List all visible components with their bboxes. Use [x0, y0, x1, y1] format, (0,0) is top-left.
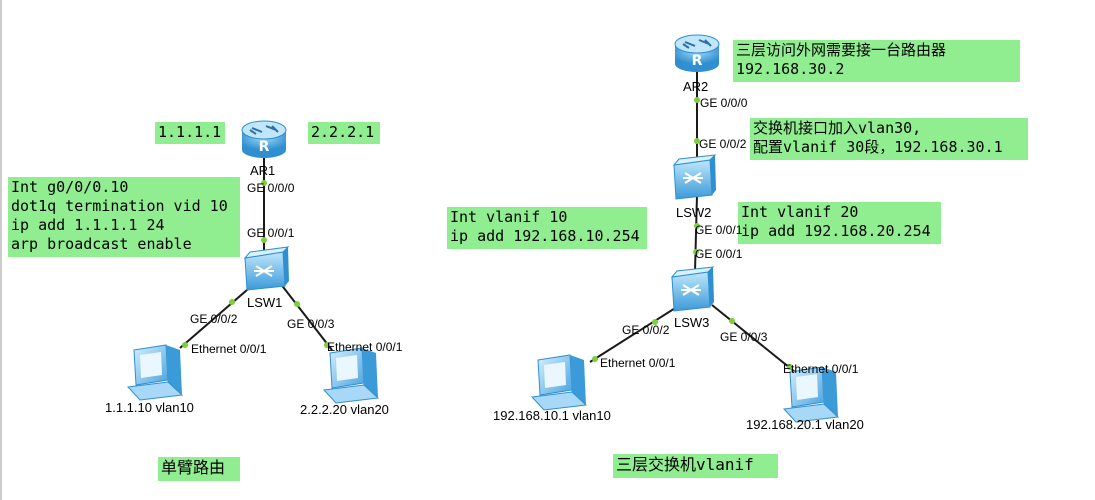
note-ar2: 三层访问外网需要接一台路由器 192.168.30.2	[733, 40, 1020, 82]
note-vlanif20: Int vlanif 20 ip add 192.168.20.254	[738, 202, 941, 244]
router-ar2-icon[interactable]: R	[674, 34, 720, 72]
pc2-icon[interactable]	[322, 347, 380, 404]
device-label-lsw3: LSW3	[674, 315, 710, 330]
port-label-pc3-eth: Ethernet 0/0/1	[600, 356, 676, 370]
port-label-lsw3-ge002: GE 0/0/2	[622, 323, 670, 337]
device-label-ar2: AR2	[683, 79, 709, 94]
port-label-pc2-eth: Ethernet 0/0/1	[327, 340, 403, 354]
note-lsw2: 交换机接口加入vlan30, 配置vlanif 30段，192.168.30.1	[750, 118, 1028, 160]
pc-label-pc3: 192.168.10.1 vlan10	[493, 408, 611, 423]
switch-lsw2-icon[interactable]	[672, 154, 717, 200]
note-vlanif10: Int vlanif 10 ip add 192.168.10.254	[447, 207, 647, 249]
title-layer3-switch-vlanif: 三层交换机vlanif	[613, 454, 778, 478]
port-label-lsw1-ge003: GE 0/0/3	[287, 317, 335, 331]
port-label-pc4-eth: Ethernet 0/0/1	[783, 362, 859, 376]
switch-lsw3-icon[interactable]	[670, 266, 715, 312]
port-label-ar1-ge000: GE 0/0/0	[247, 181, 295, 195]
device-label-ar1: AR1	[250, 163, 276, 178]
port-label-lsw3-ge003: GE 0/0/3	[720, 330, 768, 344]
port-label-lsw1-ge001: GE 0/0/1	[247, 226, 295, 240]
port-label-lsw2-ge001: GE 0/0/1	[695, 223, 743, 237]
port-label-lsw1-ge002: GE 0/0/2	[190, 312, 238, 326]
pc-label-pc4: 192.168.20.1 vlan20	[746, 417, 864, 432]
port-label-pc1-eth: Ethernet 0/0/1	[191, 342, 267, 356]
note-ar1-config: Int g0/0/0.10 dot1q termination vid 10 i…	[8, 177, 240, 257]
pc-label-pc2: 2.2.2.20 vlan20	[300, 402, 389, 417]
svg-text:R: R	[259, 139, 270, 155]
svg-text:R: R	[692, 53, 703, 69]
port-label-ar2-ge000: GE 0/0/0	[700, 96, 748, 110]
note-ar1-left-ip: 1.1.1.1	[155, 122, 225, 144]
port-label-lsw2-ge002: GE 0/0/2	[699, 137, 747, 151]
device-label-lsw1: LSW1	[247, 295, 283, 310]
pc3-icon[interactable]	[530, 354, 588, 411]
router-ar1-icon[interactable]: R	[241, 120, 287, 158]
device-label-lsw2: LSW2	[676, 205, 712, 220]
note-ar1-right-ip: 2.2.2.1	[308, 122, 380, 144]
pc-label-pc1: 1.1.1.10 vlan10	[105, 400, 194, 415]
switch-lsw1-icon[interactable]	[243, 246, 290, 291]
pc1-icon[interactable]	[126, 344, 184, 401]
port-label-lsw3-ge001: GE 0/0/1	[695, 247, 743, 261]
title-single-arm-routing: 单臂路由	[158, 457, 240, 481]
